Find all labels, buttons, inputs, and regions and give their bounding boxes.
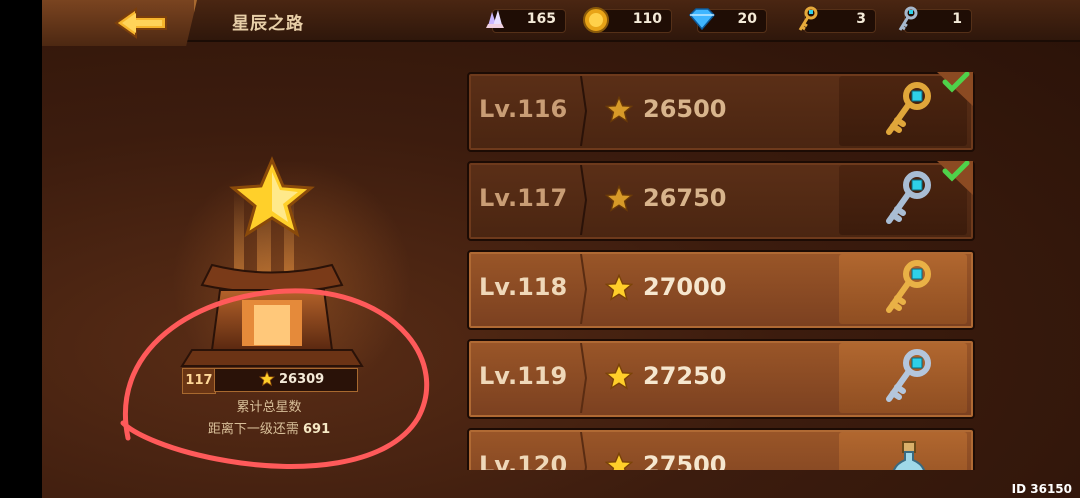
silver-key-count: 1 — [952, 11, 962, 27]
level-label: Lv.118 — [479, 273, 568, 301]
resource-coin[interactable]: 110 — [582, 7, 672, 33]
diamond-count: 20 — [737, 11, 757, 27]
reward-slot[interactable] — [839, 343, 967, 413]
star-icon — [605, 185, 633, 212]
resource-diamond[interactable]: 20 — [687, 8, 767, 33]
player-id: ID 36150 — [1011, 482, 1072, 496]
level-row[interactable]: Lv.116 26500 — [467, 72, 975, 152]
silver-key-icon — [886, 171, 931, 224]
level-row[interactable]: Lv.118 27000 — [467, 250, 975, 330]
level-label: Lv.117 — [479, 184, 568, 212]
level-row[interactable]: Lv.117 26750 — [467, 161, 975, 241]
level-label: Lv.116 — [479, 95, 568, 123]
reward-slot[interactable] — [839, 432, 967, 470]
potion-icon — [892, 441, 926, 470]
back-button[interactable] — [42, 0, 197, 46]
level-label: Lv.120 — [479, 451, 568, 470]
gold-key-icon — [886, 260, 931, 313]
gold-key-count: 3 — [856, 11, 866, 27]
required-stars: 27250 — [643, 362, 727, 390]
gold-key-icon — [798, 6, 818, 31]
star-icon — [605, 452, 633, 470]
silver-key-icon — [886, 349, 931, 402]
crystal-icon — [486, 10, 504, 28]
level-list[interactable]: Lv.116 26500 Lv.117 26750 Lv.118 27000 L… — [467, 70, 977, 470]
claimed-check-icon — [937, 72, 973, 106]
crystal-count: 165 — [526, 11, 556, 27]
gold-key-icon — [886, 82, 931, 135]
page-title: 星辰之路 — [232, 14, 304, 34]
silver-key-icon — [898, 6, 918, 31]
diamond-icon — [688, 8, 716, 31]
level-row[interactable]: Lv.120 27500 — [467, 428, 975, 470]
star-icon — [605, 96, 633, 123]
star-icon — [605, 274, 633, 301]
top-bar: 星辰之路 165 110 20 3 1 — [42, 0, 1080, 46]
claimed-check-icon — [937, 161, 973, 195]
resource-silver-key[interactable]: 1 — [894, 6, 972, 33]
game-view: 星辰之路 165 110 20 3 1 117 26309 累计总星数 距离下一… — [42, 0, 1080, 498]
trophy-star-icon — [229, 156, 315, 238]
reward-slot[interactable] — [839, 254, 967, 324]
required-stars: 26500 — [643, 95, 727, 123]
required-stars: 27000 — [643, 273, 727, 301]
coin-icon — [583, 7, 609, 33]
back-arrow-icon — [114, 7, 167, 39]
coin-count: 110 — [632, 11, 662, 27]
level-row[interactable]: Lv.119 27250 — [467, 339, 975, 419]
resource-gold-key[interactable]: 3 — [794, 6, 876, 33]
resource-crystal[interactable]: 165 — [482, 8, 566, 33]
star-icon — [605, 363, 633, 390]
screen: 星辰之路 165 110 20 3 1 117 26309 累计总星数 距离下一… — [0, 0, 1080, 498]
required-stars: 27500 — [643, 451, 727, 470]
level-label: Lv.119 — [479, 362, 568, 390]
required-stars: 26750 — [643, 184, 727, 212]
annotation-circle — [120, 288, 430, 469]
